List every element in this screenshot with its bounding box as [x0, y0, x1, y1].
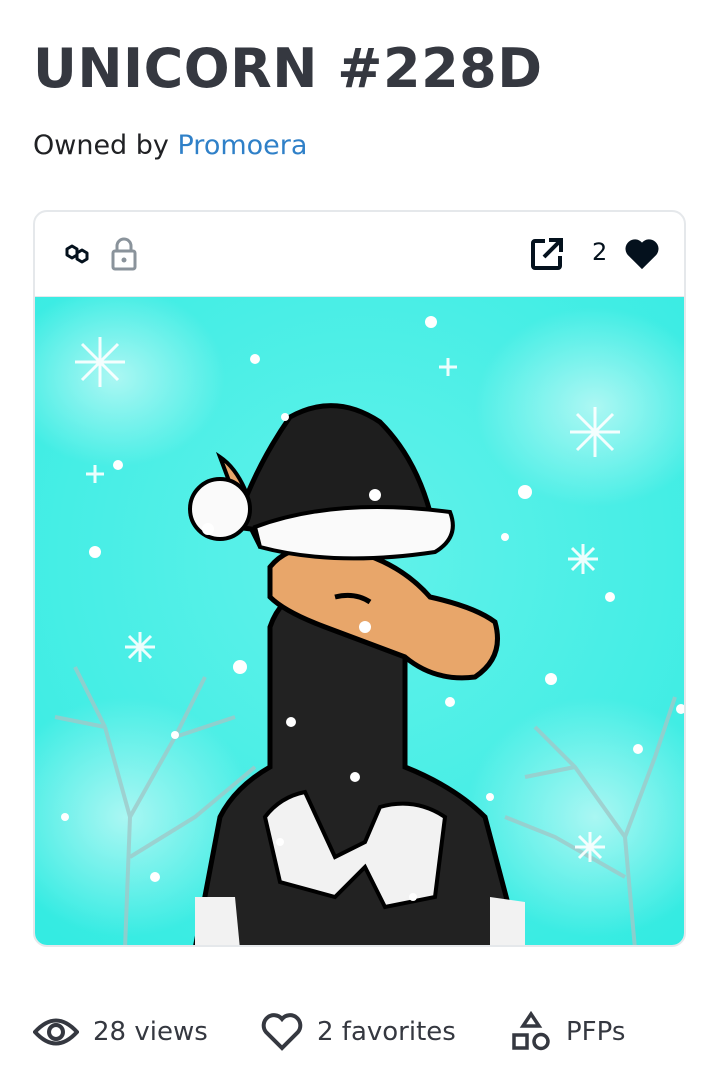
heart-outline-icon — [261, 1013, 303, 1051]
stats-row: 28 views 2 favorites PFPs — [33, 1008, 693, 1056]
owned-by-label: Owned by — [33, 130, 169, 161]
card-header: 2 — [35, 212, 684, 297]
views-stat: 28 views — [33, 1008, 208, 1056]
shapes-icon — [512, 1011, 550, 1051]
heart-filled-icon[interactable] — [624, 236, 660, 272]
nft-artwork-image[interactable] — [35, 297, 686, 947]
asset-card: 2 — [33, 210, 686, 947]
owner-link[interactable]: Promoera — [178, 130, 308, 161]
owner-line: Owned by Promoera — [33, 128, 307, 164]
polygon-chain-icon[interactable] — [59, 236, 95, 272]
favorite-count: 2 — [592, 238, 608, 266]
category-label: PFPs — [566, 1017, 626, 1047]
external-link-icon[interactable] — [529, 236, 565, 272]
favorites-count: 2 favorites — [317, 1017, 456, 1047]
lock-icon[interactable] — [106, 236, 142, 272]
category-stat[interactable]: PFPs — [510, 1008, 625, 1056]
favorites-stat[interactable]: 2 favorites — [261, 1008, 456, 1056]
eye-icon — [33, 1018, 79, 1046]
asset-title: UNICORN #228D — [33, 37, 543, 100]
views-count: 28 views — [93, 1017, 208, 1047]
